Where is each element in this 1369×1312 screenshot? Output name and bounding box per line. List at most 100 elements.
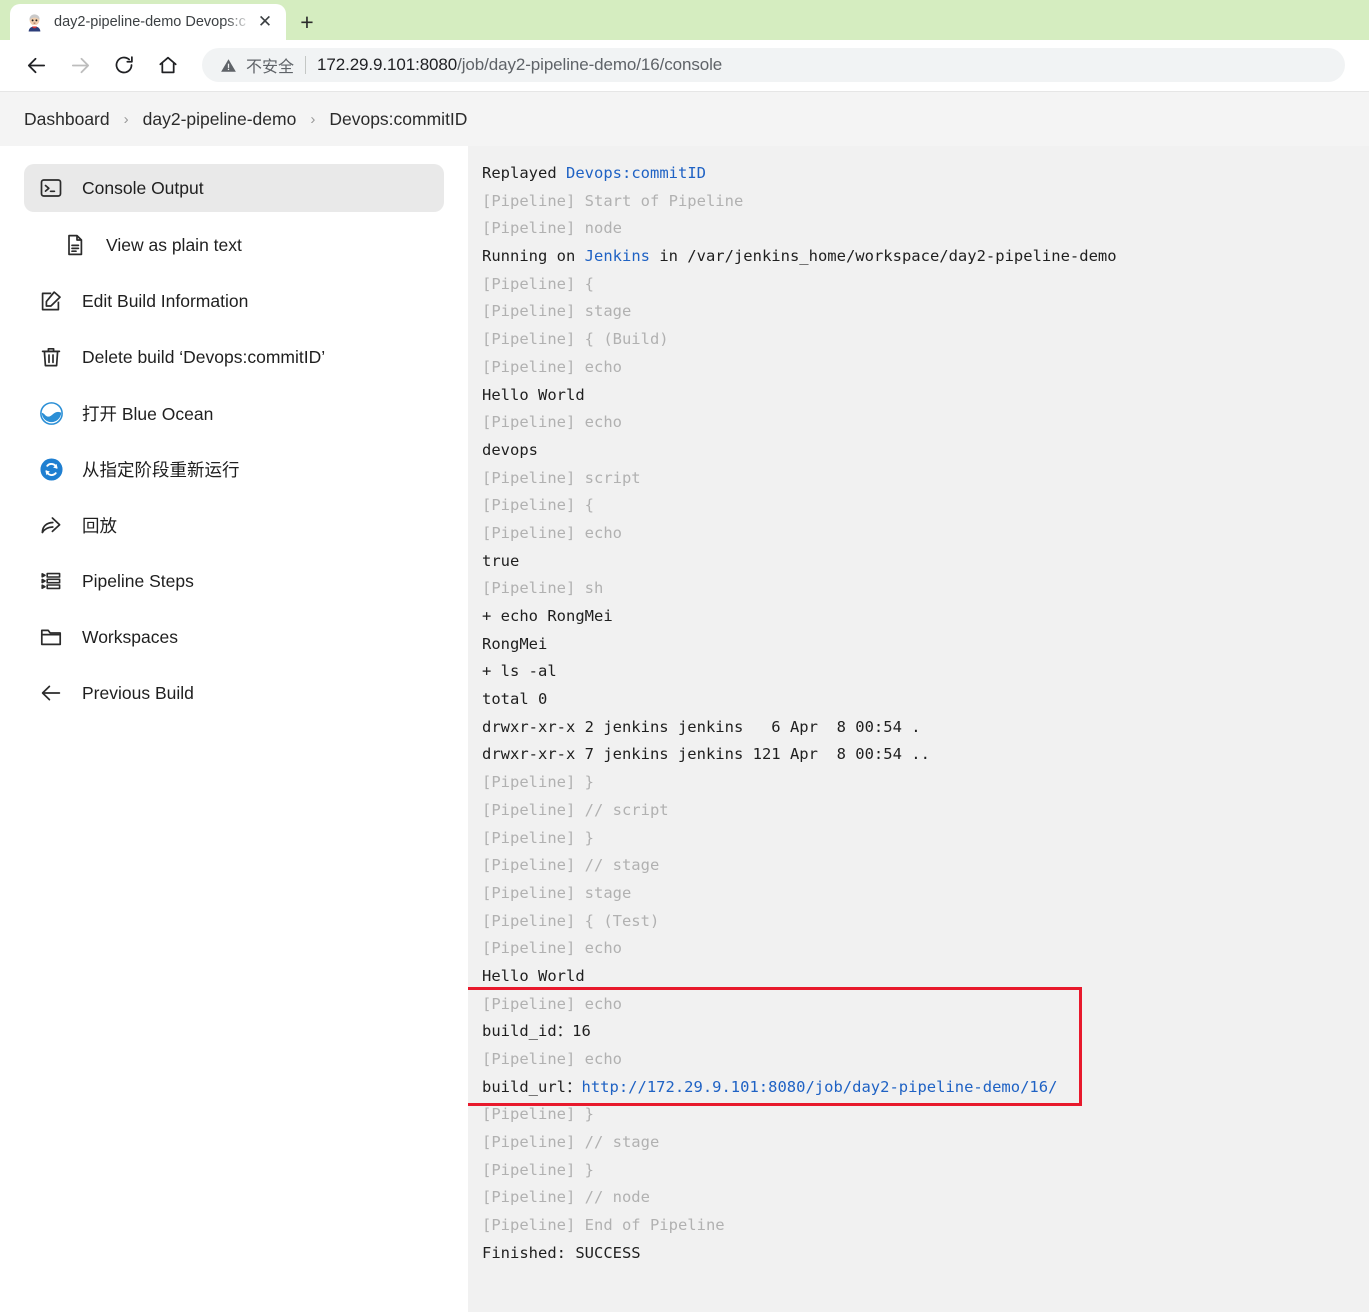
console-line: [Pipeline] echo — [482, 994, 622, 1013]
jenkins-butler-icon — [24, 12, 44, 32]
browser-toolbar: 不安全 172.29.9.101:8080/job/day2-pipeline-… — [0, 40, 1369, 91]
console-line: [Pipeline] { — [482, 496, 594, 515]
arrow-left-icon — [34, 681, 68, 705]
sidebar-item-label: 打开 Blue Ocean — [82, 403, 214, 424]
sidebar-item-label: Edit Build Information — [82, 290, 249, 311]
breadcrumb-item-3[interactable]: Devops:commitID — [329, 109, 467, 130]
sidebar-item-workspaces[interactable]: Workspaces — [24, 614, 444, 660]
console-line: Replayed Devops:commitID — [482, 164, 706, 182]
console-line: [Pipeline] echo — [482, 523, 622, 542]
console-line: + ls -al — [482, 662, 557, 681]
url-path: /job/day2-pipeline-demo/16/console — [457, 55, 723, 74]
console-output-text: Replayed Devops:commitID [Pipeline] Start… — [482, 160, 1369, 1268]
blue-ocean-icon — [34, 401, 68, 426]
console-line: drwxr-xr-x 7 jenkins jenkins 121 Apr 8 0… — [482, 745, 930, 764]
console-link[interactable]: Jenkins — [585, 247, 650, 265]
sidebar-item-label: Previous Build — [82, 682, 194, 703]
console-line: build_url：http://172.29.9.101:8080/job/d… — [482, 1077, 1058, 1096]
console-line: [Pipeline] // node — [482, 1188, 650, 1207]
trash-icon — [34, 345, 68, 369]
breadcrumb-item-1[interactable]: Dashboard — [24, 109, 110, 130]
console-line: Hello World — [482, 385, 585, 404]
browser-tab-bar: day2-pipeline-demo Devops:c ✕ + — [0, 0, 1369, 40]
console-line: [Pipeline] { (Build) — [482, 330, 669, 349]
console-line: + echo RongMei — [482, 607, 613, 625]
sidebar-item-previous-build[interactable]: Previous Build — [24, 670, 444, 716]
console-line: devops — [482, 440, 538, 459]
breadcrumb-separator: › — [123, 110, 129, 128]
console-line: [Pipeline] } — [482, 1105, 594, 1124]
new-tab-button[interactable]: + — [286, 4, 328, 40]
sidebar-item-edit-build-information[interactable]: Edit Build Information — [24, 278, 444, 324]
home-button[interactable] — [146, 43, 190, 87]
replay-arrow-icon — [34, 513, 68, 537]
console-line: [Pipeline] } — [482, 773, 594, 792]
folder-icon — [34, 625, 68, 649]
close-icon[interactable]: ✕ — [252, 9, 278, 35]
console-line: build_id：16 — [482, 1022, 591, 1041]
sidebar-item-label: View as plain text — [106, 234, 242, 255]
sidebar-item-console-output[interactable]: Console Output — [24, 164, 444, 212]
omnibox-divider — [305, 56, 307, 74]
sidebar-item-label: Delete build ‘Devops:commitID’ — [82, 346, 326, 367]
console-line: [Pipeline] script — [482, 468, 641, 487]
breadcrumb-separator: › — [310, 110, 316, 128]
sidebar-item-blue-ocean[interactable]: 打开 Blue Ocean — [24, 390, 444, 436]
not-secure-label: 不安全 — [246, 59, 295, 76]
console-link[interactable]: Devops:commitID — [566, 164, 706, 182]
console-line: [Pipeline] { — [482, 274, 594, 293]
sidebar-item-pipeline-steps[interactable]: Pipeline Steps — [24, 558, 444, 604]
console-line: total 0 — [482, 690, 548, 709]
terminal-icon — [34, 176, 68, 200]
console-line: [Pipeline] echo — [482, 1050, 622, 1068]
sidebar-item-[interactable]: 回放 — [24, 502, 444, 548]
console-line: Hello World — [482, 966, 585, 985]
console-line: [Pipeline] node — [482, 219, 622, 238]
sidebar-item-label: 回放 — [82, 515, 117, 536]
console-line: [Pipeline] } — [482, 1160, 594, 1179]
reload-button[interactable] — [102, 43, 146, 87]
address-bar-url: 172.29.9.101:8080/job/day2-pipeline-demo… — [317, 55, 722, 75]
warning-triangle-icon — [220, 57, 237, 74]
console-line: [Pipeline] echo — [482, 357, 622, 376]
edit-pencil-icon — [34, 289, 68, 313]
console-line: drwxr-xr-x 2 jenkins jenkins 6 Apr 8 00:… — [482, 717, 921, 736]
console-output-panel: Replayed Devops:commitID [Pipeline] Start… — [468, 146, 1369, 1312]
browser-tab-title: day2-pipeline-demo Devops:c — [54, 14, 246, 30]
breadcrumb: Dashboard › day2-pipeline-demo › Devops:comm… — [0, 91, 1369, 146]
console-line: [Pipeline] sh — [482, 579, 604, 598]
console-line: [Pipeline] stage — [482, 302, 632, 321]
console-line: [Pipeline] stage — [482, 883, 632, 902]
sidebar-item-view-as-plain-text[interactable]: View as plain text — [48, 222, 444, 268]
jenkins-page: Dashboard › day2-pipeline-demo › Devops:comm… — [0, 91, 1369, 1312]
steps-list-icon — [34, 569, 68, 593]
sidebar-item-[interactable]: 从指定阶段重新运行 — [24, 446, 444, 492]
console-line: Running on Jenkins in /var/jenkins_home/… — [482, 247, 1117, 266]
console-line: [Pipeline] { (Test) — [482, 911, 660, 930]
sidebar-item-delete-build-devops-commitid[interactable]: Delete build ‘Devops:commitID’ — [24, 334, 444, 380]
console-line: [Pipeline] // script — [482, 800, 669, 819]
console-line: [Pipeline] echo — [482, 413, 622, 432]
back-button[interactable] — [14, 43, 58, 87]
console-line: [Pipeline] Start of Pipeline — [482, 191, 744, 210]
restart-stage-icon — [34, 457, 68, 482]
console-line: [Pipeline] // stage — [482, 856, 660, 875]
build-sidebar: Console Output View as plain text Edit Bui… — [0, 146, 468, 1312]
console-link[interactable]: http://172.29.9.101:8080/job/day2-pipeli… — [582, 1078, 1058, 1096]
forward-button[interactable] — [58, 43, 102, 87]
browser-tab[interactable]: day2-pipeline-demo Devops:c ✕ — [10, 4, 286, 40]
page-content: Console Output View as plain text Edit Bui… — [0, 146, 1369, 1312]
console-line: [Pipeline] End of Pipeline — [482, 1216, 725, 1235]
address-bar[interactable]: 不安全 172.29.9.101:8080/job/day2-pipeline-… — [202, 48, 1345, 82]
sidebar-item-label: Pipeline Steps — [82, 570, 194, 591]
console-line: [Pipeline] } — [482, 828, 594, 847]
console-line: RongMei — [482, 634, 548, 653]
sidebar-item-label: Console Output — [82, 177, 204, 198]
console-line: true — [482, 551, 520, 570]
console-line: Finished: SUCCESS — [482, 1243, 641, 1262]
sidebar-item-label: Workspaces — [82, 626, 178, 647]
console-line: [Pipeline] // stage — [482, 1133, 660, 1152]
breadcrumb-item-2[interactable]: day2-pipeline-demo — [143, 109, 297, 130]
document-icon — [58, 233, 92, 257]
url-host: 172.29.9.101:8080 — [317, 55, 458, 74]
